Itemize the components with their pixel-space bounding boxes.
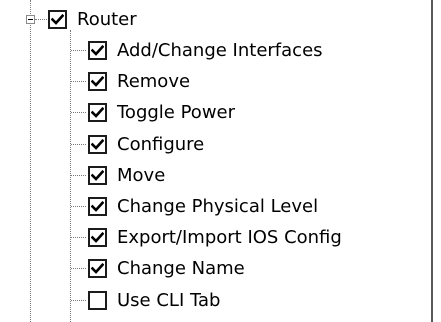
tree-node-router[interactable]: Router bbox=[48, 4, 137, 35]
tree-connector bbox=[71, 112, 86, 113]
configure-label: Configure bbox=[117, 133, 205, 155]
tree-guide-line-outer bbox=[30, 0, 31, 322]
checkmark-icon bbox=[91, 107, 104, 118]
tree-node-configure[interactable]: Configure bbox=[88, 129, 204, 160]
checkmark-icon bbox=[91, 201, 104, 212]
tree-node-change-physical-level[interactable]: Change Physical Level bbox=[88, 191, 318, 222]
export-import-ios-config-checkbox[interactable] bbox=[88, 228, 107, 247]
use-cli-tab-checkbox-unchecked[interactable] bbox=[88, 291, 107, 310]
checkmark-icon bbox=[91, 170, 104, 181]
checkmark-icon bbox=[91, 45, 104, 56]
change-physical-level-checkbox[interactable] bbox=[88, 197, 107, 216]
router-checkbox[interactable] bbox=[48, 10, 67, 29]
tree-connector bbox=[71, 175, 86, 176]
tree-node-export-import-ios-config[interactable]: Export/Import IOS Config bbox=[88, 222, 342, 253]
checkmark-icon bbox=[91, 76, 104, 87]
tree-connector bbox=[71, 50, 86, 51]
tree-node-remove[interactable]: Remove bbox=[88, 66, 190, 97]
tree-connector bbox=[71, 237, 86, 238]
collapse-minus-icon[interactable] bbox=[26, 15, 35, 24]
tree-connector bbox=[71, 81, 86, 82]
tree-connector bbox=[71, 144, 86, 145]
move-label: Move bbox=[117, 164, 166, 186]
configure-checkbox[interactable] bbox=[88, 135, 107, 154]
export-import-ios-config-label: Export/Import IOS Config bbox=[117, 226, 342, 248]
change-name-checkbox[interactable] bbox=[88, 259, 107, 278]
toggle-power-label: Toggle Power bbox=[117, 101, 236, 123]
move-checkbox[interactable] bbox=[88, 166, 107, 185]
change-name-label: Change Name bbox=[117, 257, 245, 279]
change-physical-level-label: Change Physical Level bbox=[117, 195, 319, 217]
tree-connector bbox=[71, 206, 86, 207]
toggle-power-checkbox[interactable] bbox=[88, 103, 107, 122]
use-cli-tab-label: Use CLI Tab bbox=[117, 289, 221, 311]
router-label: Router bbox=[77, 8, 137, 30]
checkmark-icon bbox=[91, 232, 104, 243]
remove-checkbox[interactable] bbox=[88, 72, 107, 91]
checkmark-icon bbox=[91, 263, 104, 274]
checkmark-icon bbox=[51, 14, 64, 25]
checkmark-icon bbox=[91, 139, 104, 150]
tree-connector bbox=[71, 300, 86, 301]
tree-connector bbox=[71, 268, 86, 269]
add-change-interfaces-checkbox[interactable] bbox=[88, 41, 107, 60]
tree-node-move[interactable]: Move bbox=[88, 160, 165, 191]
tree-node-add-change-interfaces[interactable]: Add/Change Interfaces bbox=[88, 35, 323, 66]
tree-node-change-name[interactable]: Change Name bbox=[88, 253, 245, 284]
tree-connector bbox=[35, 19, 47, 20]
add-change-interfaces-label: Add/Change Interfaces bbox=[117, 39, 323, 61]
tree-node-toggle-power[interactable]: Toggle Power bbox=[88, 97, 235, 128]
remove-label: Remove bbox=[117, 70, 191, 92]
permissions-tree-panel: Router Add/Change Interfaces Remove Toggle… bbox=[0, 0, 433, 322]
tree-node-use-cli-tab[interactable]: Use CLI Tab bbox=[88, 285, 220, 316]
tree-guide-line-root bbox=[70, 30, 71, 322]
